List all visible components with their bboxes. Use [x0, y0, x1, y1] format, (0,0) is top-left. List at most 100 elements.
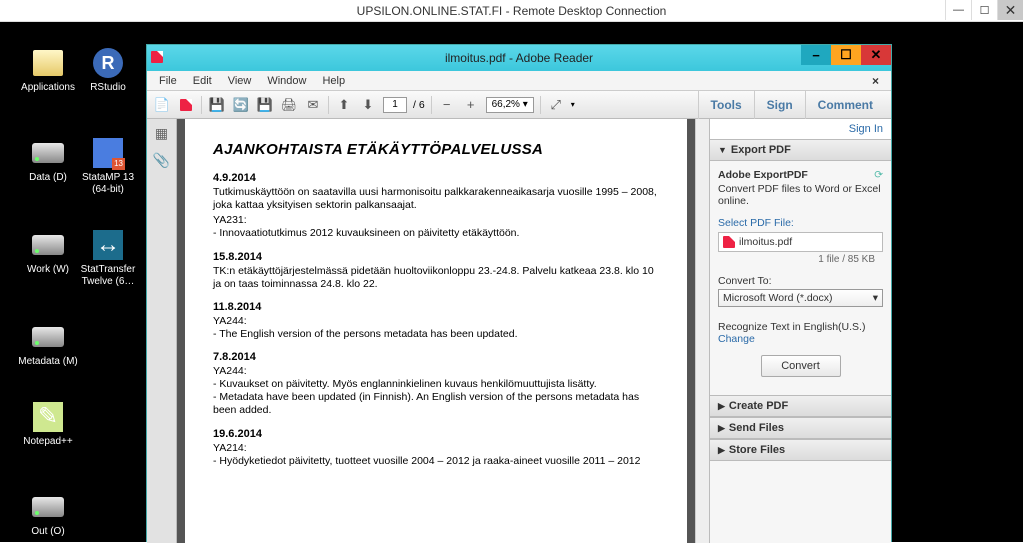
icon-label: Out (O)	[18, 526, 78, 538]
desktop-icon[interactable]: Data (D)	[18, 136, 78, 184]
open-icon[interactable]: 📄	[153, 96, 171, 114]
doc-text: YA231: - Innovaatiotutkimus 2012 kuvauks…	[213, 214, 659, 240]
reader-window-controls: − ☐ ✕	[801, 45, 891, 65]
menu-view[interactable]: View	[220, 73, 260, 89]
close-button[interactable]: ✕	[997, 0, 1023, 20]
menu-edit[interactable]: Edit	[185, 73, 220, 89]
mail-icon[interactable]: ✉	[304, 96, 322, 114]
stata-icon: 13	[90, 136, 126, 170]
desktop-icon[interactable]: ✎ Notepad++	[18, 400, 78, 448]
desktop-icon[interactable]: 13StataMP 13 (64-bit)	[78, 136, 138, 196]
r-icon: R	[90, 46, 126, 80]
page-up-icon[interactable]: ⬆	[335, 96, 353, 114]
change-link[interactable]: Change	[718, 333, 883, 345]
fit-icon[interactable]: ⤢	[547, 96, 565, 114]
create-pdf-header[interactable]: ▶Create PDF	[710, 395, 891, 417]
save2-icon[interactable]: 💾	[256, 96, 274, 114]
selected-file[interactable]: ilmoitus.pdf	[718, 232, 883, 252]
icon-label: RStudio	[78, 82, 138, 94]
select-file-label: Select PDF File:	[718, 217, 883, 229]
zoom-level[interactable]: 66,2% ▾	[486, 97, 534, 113]
convert-format-select[interactable]: Microsoft Word (*.docx)▾	[718, 289, 883, 307]
reader-inner-close-button[interactable]: ×	[864, 72, 887, 90]
reader-toolbar: 📄 💾 🔄 💾 🖨 ✉ ⬆ ⬇ / 6 − + 66,2% ▾ ⤢ ▾ Tool…	[147, 91, 891, 119]
icon-label: Metadata (M)	[18, 356, 78, 368]
store-files-header[interactable]: ▶Store Files	[710, 439, 891, 461]
page-total: / 6	[413, 99, 425, 111]
maximize-button[interactable]: ☐	[971, 0, 997, 20]
reader-menubar: File Edit View Window Help ×	[147, 71, 891, 91]
convert-to-label: Convert To:	[718, 275, 883, 287]
icon-label: Applications	[18, 82, 78, 94]
tools-panel: Sign In ▼Export PDF Adobe ExportPDF ⟳ Con…	[709, 119, 891, 543]
doc-text: YA214: - Hyödyketiedot päivitetty, tuott…	[213, 442, 659, 468]
doc-date: 19.6.2014	[213, 428, 659, 440]
folder-icon	[30, 46, 66, 80]
attachments-icon[interactable]: 📎	[153, 152, 170, 169]
print-icon[interactable]: 🖨	[280, 96, 298, 114]
pdf-icon	[151, 51, 163, 66]
reader-sidebar: ▦ 📎	[147, 119, 177, 543]
drive-icon	[30, 490, 66, 524]
icon-label: Notepad++	[18, 436, 78, 448]
icon-label: Work (W)	[18, 264, 78, 276]
page-down-icon[interactable]: ⬇	[359, 96, 377, 114]
tab-sign[interactable]: Sign	[754, 91, 805, 119]
document-viewport[interactable]: AJANKOHTAISTA ETÄKÄYTTÖPALVELUSSA 4.9.20…	[177, 119, 695, 543]
zoom-in-icon[interactable]: +	[462, 96, 480, 114]
export-pdf-header[interactable]: ▼Export PDF	[710, 139, 891, 161]
reader-maximize-button[interactable]: ☐	[831, 45, 861, 65]
tab-tools[interactable]: Tools	[698, 91, 754, 119]
drive-icon	[30, 320, 66, 354]
desktop-icon[interactable]: Out (O)	[18, 490, 78, 538]
reader-close-button[interactable]: ✕	[861, 45, 891, 65]
convert-icon[interactable]: 🔄	[232, 96, 250, 114]
tab-comment[interactable]: Comment	[805, 91, 885, 119]
cloud-icon[interactable]: ⟳	[874, 169, 883, 181]
icon-label: StataMP 13 (64-bit)	[78, 172, 138, 196]
desktop-icon[interactable]: Work (W)	[18, 228, 78, 276]
rdp-titlebar: UPSILON.ONLINE.STAT.FI - Remote Desktop …	[0, 0, 1023, 22]
menu-window[interactable]: Window	[259, 73, 314, 89]
recognize-text-label: Recognize Text in English(U.S.)	[718, 321, 883, 333]
adobe-reader-window: ilmoitus.pdf - Adobe Reader − ☐ ✕ File E…	[146, 44, 892, 542]
menu-help[interactable]: Help	[314, 73, 353, 89]
desktop-icon[interactable]: R RStudio	[78, 46, 138, 94]
reader-minimize-button[interactable]: −	[801, 45, 831, 65]
doc-date: 4.9.2014	[213, 172, 659, 184]
vertical-scrollbar[interactable]	[695, 119, 709, 543]
rdp-title-text: UPSILON.ONLINE.STAT.FI - Remote Desktop …	[357, 4, 667, 18]
desktop-icon[interactable]: Applications	[18, 46, 78, 94]
thumbnails-icon[interactable]: ▦	[155, 125, 168, 142]
icon-label: Data (D)	[18, 172, 78, 184]
remote-desktop[interactable]: ilmoitus.pdf - Adobe Reader − ☐ ✕ File E…	[0, 22, 1023, 542]
save-icon[interactable]: 💾	[208, 96, 226, 114]
doc-date: 11.8.2014	[213, 301, 659, 313]
export-subtitle: Convert PDF files to Word or Excel onlin…	[718, 183, 883, 207]
doc-text: YA244: - The English version of the pers…	[213, 315, 659, 341]
pdf-file-icon	[723, 236, 735, 248]
zoom-out-icon[interactable]: −	[438, 96, 456, 114]
doc-text: YA244: - Kuvaukset on päivitetty. Myös e…	[213, 365, 659, 418]
pdf-page: AJANKOHTAISTA ETÄKÄYTTÖPALVELUSSA 4.9.20…	[185, 119, 687, 543]
doc-text: TK:n etäkäyttöjärjestelmässä pidetään hu…	[213, 265, 659, 291]
page-number-input[interactable]	[383, 97, 407, 113]
drive-icon	[30, 228, 66, 262]
export-title: Adobe ExportPDF	[718, 169, 808, 181]
minimize-button[interactable]: —	[945, 0, 971, 20]
create-pdf-icon[interactable]	[177, 96, 195, 114]
convert-button[interactable]: Convert	[761, 355, 841, 377]
desktop-icon[interactable]: ↔StatTransfer Twelve (6…	[78, 228, 138, 288]
reader-title: ilmoitus.pdf - Adobe Reader	[445, 51, 593, 65]
chevron-down-icon: ▾	[873, 292, 878, 304]
doc-text: Tutkimuskäyttöön on saatavilla uusi harm…	[213, 186, 659, 212]
file-size: 1 file / 85 KB	[718, 252, 883, 265]
sign-in-link[interactable]: Sign In	[710, 119, 891, 139]
npp-icon: ✎	[30, 400, 66, 434]
desktop-icon[interactable]: Metadata (M)	[18, 320, 78, 368]
send-files-header[interactable]: ▶Send Files	[710, 417, 891, 439]
icon-label: StatTransfer Twelve (6…	[78, 264, 138, 288]
reader-titlebar[interactable]: ilmoitus.pdf - Adobe Reader − ☐ ✕	[147, 45, 891, 71]
menu-file[interactable]: File	[151, 73, 185, 89]
doc-heading: AJANKOHTAISTA ETÄKÄYTTÖPALVELUSSA	[213, 141, 659, 158]
